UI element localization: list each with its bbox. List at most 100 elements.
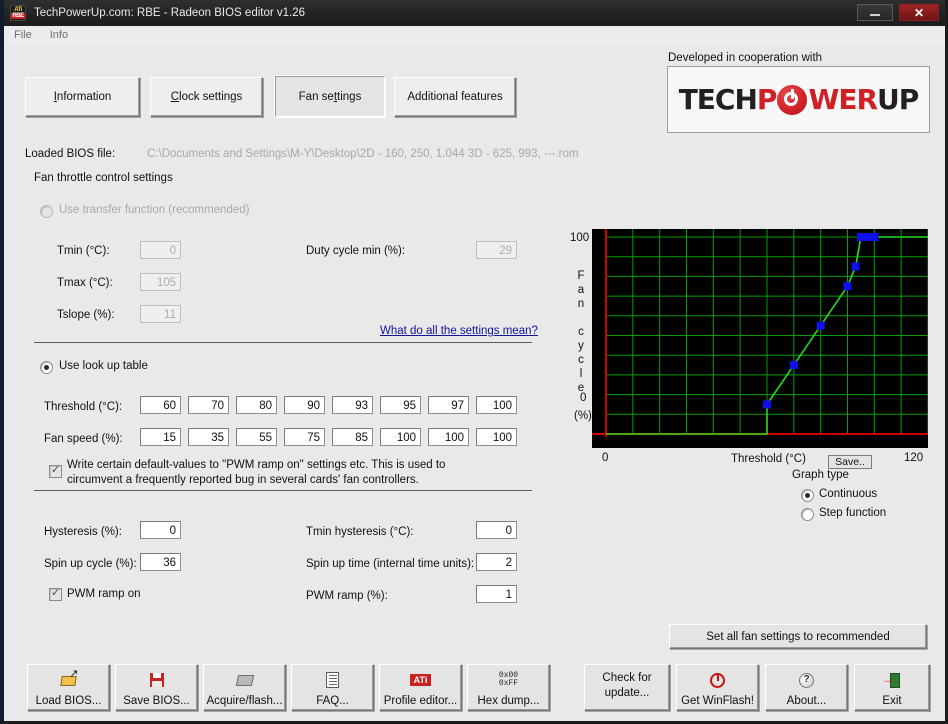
chart-ylabel-char-1: a [577, 284, 585, 296]
set-recommended-button[interactable]: Set all fan settings to recommended [669, 624, 927, 649]
pwm-ramp-input[interactable]: 1 [476, 585, 517, 603]
chart-marker-3[interactable] [843, 282, 852, 291]
tslope-input[interactable]: 11 [140, 305, 181, 323]
tab-additional-features[interactable]: Additional features [394, 77, 516, 117]
threshold-input-4[interactable]: 93 [332, 396, 373, 414]
load-bios-label: Load BIOS... [35, 695, 102, 707]
menu-bar: File Info [4, 26, 945, 45]
chart-ylabel-char-10: (%) [574, 410, 592, 422]
profile-editor-label: Profile editor... [383, 695, 458, 707]
load-bios-button[interactable]: Load BIOS... [27, 664, 110, 711]
chip-icon [235, 665, 254, 695]
tab-information-label: Information [53, 91, 112, 103]
spinup-time-input[interactable]: 2 [476, 553, 517, 571]
chart-ylabel-char-8: e [577, 382, 585, 394]
tmax-input[interactable]: 105 [140, 273, 181, 291]
threshold-input-6[interactable]: 97 [428, 396, 469, 414]
chart-ylabel-char-7: l [579, 368, 583, 380]
acquire-flash-label: Acquire/flash... [206, 695, 283, 707]
tmin-label: Tmin (°C): [57, 245, 110, 257]
fanspeed-input-3[interactable]: 75 [284, 428, 325, 446]
close-button[interactable]: ✕ [899, 4, 939, 21]
profile-editor-button[interactable]: ATi Profile editor... [379, 664, 462, 711]
app-icon-rbe-text: RBE [11, 13, 25, 19]
threshold-input-1[interactable]: 70 [188, 396, 229, 414]
spinup-cycle-input[interactable]: 36 [140, 553, 181, 571]
tab-information[interactable]: Information [25, 77, 140, 117]
tmin-hysteresis-input[interactable]: 0 [476, 521, 517, 539]
hex-dump-button[interactable]: 0x00 0xFF Hex dump... [467, 664, 550, 711]
fanspeed-input-7[interactable]: 100 [476, 428, 517, 446]
chart-ylabel-char-0: F [577, 270, 585, 282]
tmin-input[interactable]: 0 [140, 241, 181, 259]
duty-cycle-min-input[interactable]: 29 [476, 241, 517, 259]
chart-xtick-min: 0 [602, 452, 609, 464]
threshold-input-3[interactable]: 90 [284, 396, 325, 414]
chart-marker-0[interactable] [763, 400, 771, 409]
fanspeed-input-5[interactable]: 100 [380, 428, 421, 446]
threshold-input-0[interactable]: 60 [140, 396, 181, 414]
hex-dump-label: Hex dump... [477, 695, 540, 707]
radio-graph-type-step[interactable] [801, 508, 814, 521]
tpu-logo-wer: WER [808, 82, 878, 116]
tpu-logo-p: P [756, 82, 778, 116]
exit-button[interactable]: Exit [854, 664, 930, 711]
fanspeed-input-6[interactable]: 100 [428, 428, 469, 446]
graph-type-title: Graph type [792, 469, 849, 481]
tab-additional-features-label: Additional features [407, 91, 503, 103]
document-icon [326, 665, 339, 695]
chart-marker-4[interactable] [851, 262, 860, 271]
checkbox-pwm-ramp-on[interactable] [49, 586, 62, 601]
save-graph-button[interactable]: Save.. [828, 455, 872, 469]
menu-item-info[interactable]: Info [42, 28, 76, 42]
minimize-button[interactable] [857, 4, 893, 21]
title-bar: ATi RBE TechPowerUp.com: RBE - Radeon BI… [4, 0, 945, 26]
radio-use-lookup-table[interactable] [40, 361, 53, 374]
separator-transfer [34, 342, 532, 343]
tpu-logo-tech: TECH [678, 82, 758, 116]
checkbox-write-pwm-defaults[interactable] [49, 463, 62, 478]
exit-label: Exit [882, 695, 902, 707]
fanspeed-input-4[interactable]: 85 [332, 428, 373, 446]
about-button[interactable]: ? About... [765, 664, 848, 711]
chart-marker-2[interactable] [816, 321, 825, 330]
fan-curve-chart[interactable] [592, 229, 928, 448]
floppy-disk-icon [149, 665, 164, 695]
fanspeed-input-2[interactable]: 55 [236, 428, 277, 446]
check-for-update-button[interactable]: Check for update... [584, 664, 670, 711]
threshold-input-7[interactable]: 100 [476, 396, 517, 414]
tab-clock-settings[interactable]: Clock settings [150, 77, 263, 117]
radio-use-transfer-function-label: Use transfer function (recommended) [59, 204, 250, 216]
separator-lookup [34, 490, 532, 491]
chart-marker-6[interactable] [862, 233, 871, 241]
radio-use-transfer-function[interactable] [40, 205, 53, 218]
radio-graph-type-continuous-label: Continuous [819, 488, 878, 500]
loaded-bios-label: Loaded BIOS file: [25, 148, 116, 160]
get-winflash-button[interactable]: Get WinFlash! [676, 664, 759, 711]
tab-fan-settings[interactable]: Fan settings [274, 75, 386, 118]
chart-ylabel-char-4: c [578, 326, 584, 338]
hysteresis-input[interactable]: 0 [140, 521, 181, 539]
techpowerup-logo-panel: TECH P WER UP [667, 66, 930, 133]
hex-icon-line2: 0xFF [498, 679, 519, 688]
radio-graph-type-continuous[interactable] [801, 489, 814, 502]
tab-fan-settings-label: Fan settings [298, 90, 362, 103]
threshold-input-5[interactable]: 95 [380, 396, 421, 414]
threshold-input-2[interactable]: 80 [236, 396, 277, 414]
window-controls: ✕ [857, 4, 939, 21]
save-bios-button[interactable]: Save BIOS... [115, 664, 198, 711]
fanspeed-input-1[interactable]: 35 [188, 428, 229, 446]
menu-item-file[interactable]: File [6, 28, 40, 42]
chart-marker-1[interactable] [789, 361, 798, 370]
chart-marker-7[interactable] [870, 233, 879, 241]
spinup-cycle-label: Spin up cycle (%): [44, 558, 137, 570]
acquire-flash-button[interactable]: Acquire/flash... [203, 664, 286, 711]
about-label: About... [786, 695, 827, 707]
fanspeed-input-0[interactable]: 15 [140, 428, 181, 446]
loaded-bios-path: C:\Documents and Settings\M-Y\Desktop\2D… [147, 148, 579, 160]
chart-ylabel-char-5: y [578, 340, 584, 352]
faq-button[interactable]: FAQ... [291, 664, 374, 711]
chart-xtick-max: 120 [904, 452, 924, 464]
chart-ylabel: F a n c y c l e (%) [574, 269, 592, 423]
settings-help-link[interactable]: What do all the settings mean? [380, 325, 538, 337]
